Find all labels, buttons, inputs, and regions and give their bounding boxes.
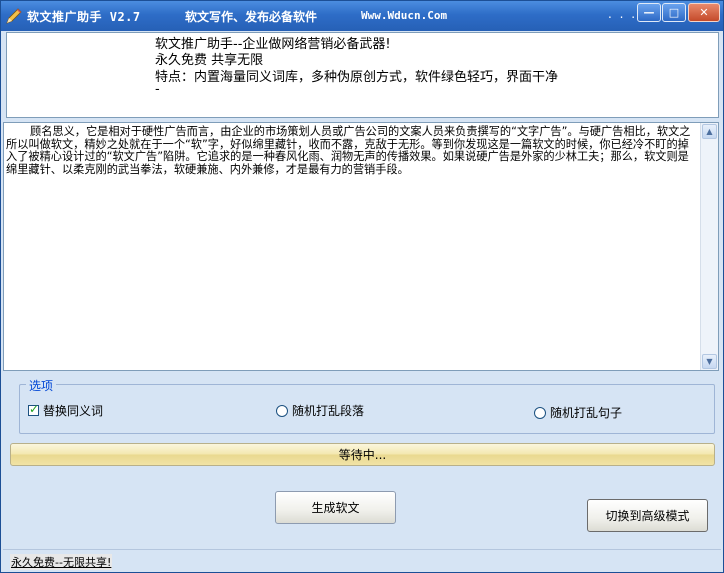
website-link[interactable]: Www.Wducn.Com: [361, 9, 447, 22]
article-textarea[interactable]: 顾名思义，它是相对于硬性广告而言，由企业的市场策划人员或广告公司的文案人员来负责…: [3, 122, 719, 371]
article-text[interactable]: 顾名思义，它是相对于硬性广告而言，由企业的市场策划人员或广告公司的文案人员来负责…: [6, 125, 698, 176]
window-title: 软文推广助手 V2.7: [27, 10, 141, 24]
shuffle-sentence-label: 随机打乱句子: [550, 406, 623, 420]
radio-circle[interactable]: [276, 404, 288, 417]
shuffle-paragraph-label: 随机打乱段落: [292, 404, 365, 418]
shuffle-paragraph-radio[interactable]: 随机打乱段落: [276, 402, 364, 419]
minimize-button[interactable]: —: [637, 3, 661, 22]
scroll-down-icon[interactable]: ▼: [702, 354, 717, 369]
minimize-icon: —: [643, 6, 655, 19]
shuffle-sentence-radio[interactable]: 随机打乱句子: [534, 404, 622, 421]
options-group: 选项 ✓ 替换同义词 随机打乱段落 随机打乱句子: [19, 377, 715, 434]
maximize-icon: □: [668, 6, 680, 19]
pencil-icon: [6, 8, 22, 24]
status-bar: 永久免费--无限共享!: [3, 549, 721, 572]
close-icon: ✕: [699, 6, 709, 19]
status-text[interactable]: 永久免费--无限共享!: [10, 554, 113, 570]
title-slogan: 软文写作、发布必备软件: [185, 10, 318, 24]
maximize-button[interactable]: □: [662, 3, 686, 22]
generate-article-button[interactable]: 生成软文: [275, 491, 396, 524]
close-button[interactable]: ✕: [688, 3, 720, 22]
main-window: 软文推广助手 V2.7 软文写作、发布必备软件 Www.Wducn.Com . …: [0, 0, 724, 573]
radio-circle[interactable]: [534, 406, 546, 419]
progress-label: 等待中...: [338, 448, 387, 462]
info-line-4: -: [155, 82, 160, 97]
info-panel: 软文推广助手--企业做网络营销必备武器! 永久免费 共享无限 特点：内置海量同义…: [6, 32, 719, 118]
title-bar[interactable]: 软文推广助手 V2.7 软文写作、发布必备软件 Www.Wducn.Com . …: [1, 1, 723, 31]
info-line-3: 特点：内置海量同义词库，多种伪原创方式，软件绿色轻巧，界面干净: [155, 70, 559, 85]
advanced-mode-button[interactable]: 切换到高级模式: [587, 499, 708, 532]
checkbox-box[interactable]: ✓: [28, 402, 40, 416]
options-legend: 选项: [26, 377, 57, 394]
vertical-scrollbar[interactable]: ▲ ▼: [700, 123, 718, 370]
title-dots: . . .: [608, 7, 638, 21]
progress-bar: 等待中...: [10, 443, 715, 466]
synonym-checkbox[interactable]: ✓ 替换同义词: [28, 402, 103, 419]
synonym-label: 替换同义词: [43, 404, 104, 418]
check-mark-icon: ✓: [29, 402, 40, 416]
scroll-up-icon[interactable]: ▲: [702, 124, 717, 139]
